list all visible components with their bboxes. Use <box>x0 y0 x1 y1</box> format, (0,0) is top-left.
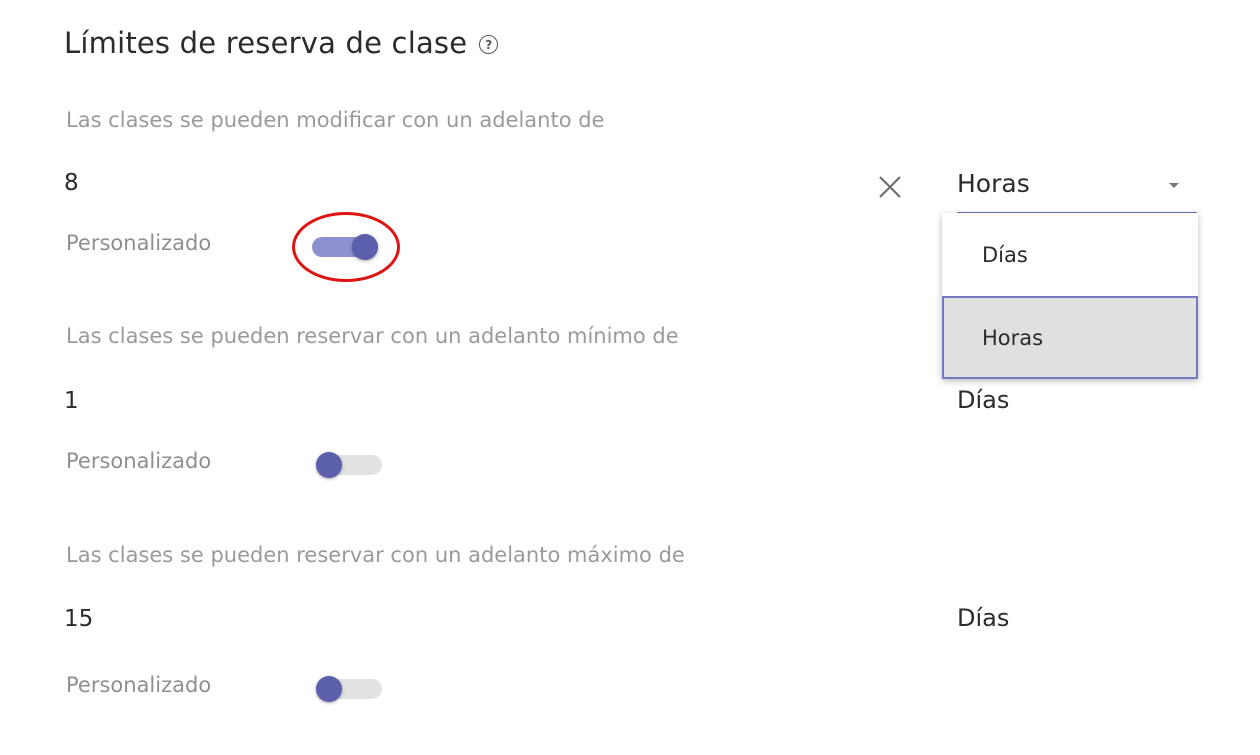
min-advance-caption: Las clases se pueden reservar con un ade… <box>66 324 679 348</box>
modify-advance-caption: Las clases se pueden modificar con un ad… <box>66 108 605 132</box>
max-advance-value-input[interactable]: 15 <box>64 606 93 632</box>
class-booking-limits-panel: Límites de reserva de clase ? Las clases… <box>0 0 1260 755</box>
custom-toggle-label-max: Personalizado <box>66 673 212 697</box>
unit-option-dias[interactable]: Días <box>942 213 1198 296</box>
min-advance-unit-select[interactable]: Días <box>957 386 1009 414</box>
min-advance-value-input[interactable]: 1 <box>64 388 79 414</box>
modify-advance-unit-select[interactable]: Horas <box>957 168 1197 214</box>
custom-toggle-label-modify: Personalizado <box>66 231 212 255</box>
modify-advance-value-input[interactable]: 8 <box>64 170 79 196</box>
unit-option-horas[interactable]: Horas <box>942 296 1198 379</box>
custom-toggle-label-min: Personalizado <box>66 449 212 473</box>
close-icon[interactable] <box>876 173 904 201</box>
toggle-thumb <box>316 452 342 478</box>
max-advance-unit-select[interactable]: Días <box>957 604 1009 632</box>
custom-toggle-min[interactable] <box>316 452 382 478</box>
custom-toggle-max[interactable] <box>316 676 382 702</box>
chevron-down-icon <box>1169 183 1179 188</box>
help-circle-icon[interactable]: ? <box>479 35 499 54</box>
unit-dropdown-menu: Días Horas <box>942 213 1198 379</box>
custom-toggle-modify[interactable] <box>312 234 378 260</box>
toggle-thumb <box>316 676 342 702</box>
unit-select-value: Horas <box>957 169 1030 198</box>
section-header: Límites de reserva de clase ? <box>64 26 499 60</box>
max-advance-caption: Las clases se pueden reservar con un ade… <box>66 543 685 567</box>
toggle-thumb <box>352 234 378 260</box>
page-title: Límites de reserva de clase <box>64 26 468 60</box>
